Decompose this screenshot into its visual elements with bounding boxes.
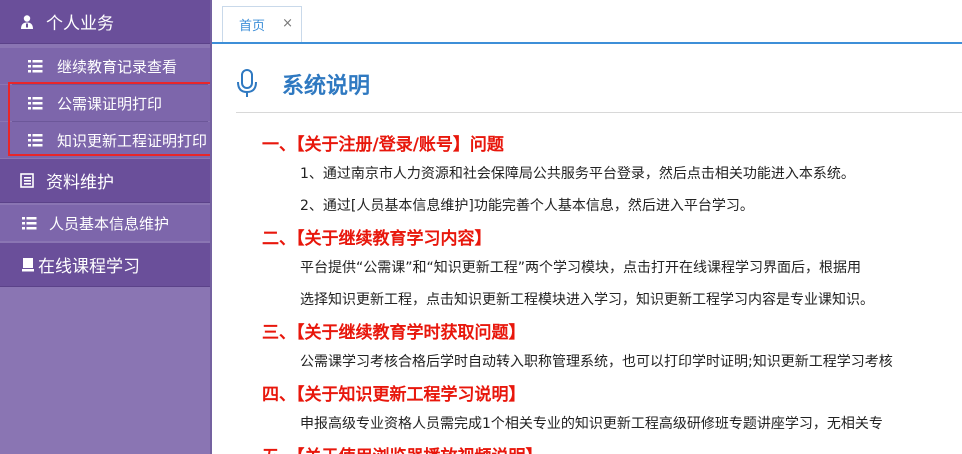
sidebar-item-personal-info[interactable]: 人员基本信息维护 (0, 205, 210, 241)
paragraph: 2、通过[人员基本信息维护]功能完善个人基本信息，然后进入平台学习。 (300, 198, 754, 214)
list-icon (22, 216, 37, 230)
section-heading: 二、【关于继续教育学习内容】 (262, 229, 492, 249)
sidebar-item-label: 人员基本信息维护 (49, 214, 170, 233)
sidebar-group-online-courses[interactable]: 在线课程学习 (0, 243, 210, 287)
page-title: 系统说明 (282, 74, 371, 99)
sidebar-group-data-maintenance[interactable]: 资料维护 (0, 159, 210, 203)
tab-label: 首页 (239, 19, 266, 34)
tab-bar: 首页 × (212, 0, 962, 44)
sidebar-item-knowledge-update-certificate[interactable]: 知识更新工程证明打印 (0, 122, 210, 158)
paragraph: 1、通过南京市人力资源和社会保障局公共服务平台登录，然后点击相关功能进入本系统。 (300, 166, 855, 182)
main-panel: 首页 × 系统说明 一、【关于注册/登录/账号】问题 1、通过南京市人力资源和社… (212, 0, 962, 454)
close-icon[interactable]: × (282, 16, 293, 31)
paragraph: 公需课学习考核合格后学时自动转入职称管理系统，也可以打印学时证明;知识更新工程学… (300, 354, 893, 370)
tab-home[interactable]: 首页 × (222, 6, 302, 42)
sidebar-item-public-course-certificate[interactable]: 公需课证明打印 (0, 85, 210, 121)
list-icon (28, 133, 43, 147)
sidebar-group-personal[interactable]: 个人业务 (0, 0, 210, 44)
sidebar-item-education-records[interactable]: 继续教育记录查看 (0, 48, 210, 84)
sidebar-group-label: 在线课程学习 (38, 257, 140, 277)
monitor-icon (22, 257, 34, 272)
sidebar-group-label: 资料维护 (46, 173, 114, 193)
section-heading: 一、【关于注册/登录/账号】问题 (262, 135, 504, 155)
paragraph: 选择知识更新工程，点击知识更新工程模块进入学习，知识更新工程学习内容是专业课知识… (300, 292, 874, 308)
section-heading: 四、【关于知识更新工程学习说明】 (262, 385, 526, 405)
sidebar-item-label: 继续教育记录查看 (57, 57, 178, 76)
document-icon (20, 173, 34, 188)
sidebar: 个人业务 继续教育记录查看 公需课证明打印 知识更新工程证明打印 资料维护 人员… (0, 0, 220, 454)
sidebar-group-label: 个人业务 (46, 14, 114, 34)
divider (236, 112, 962, 113)
microphone-icon (236, 69, 258, 99)
list-icon (28, 59, 43, 73)
content-area: 系统说明 一、【关于注册/登录/账号】问题 1、通过南京市人力资源和社会保障局公… (212, 44, 962, 454)
title-row: 系统说明 (236, 68, 370, 100)
sidebar-item-label: 知识更新工程证明打印 (57, 131, 208, 150)
user-icon (20, 14, 34, 30)
section-heading: 三、【关于继续教育学时获取问题】 (262, 323, 526, 343)
section-heading: 五、【关于使用浏览器播放视频说明】 (262, 442, 543, 454)
sidebar-item-label: 公需课证明打印 (57, 94, 163, 113)
list-icon (28, 96, 43, 110)
paragraph: 平台提供“公需课”和“知识更新工程”两个学习模块，点击打开在线课程学习界面后，根… (300, 260, 862, 276)
paragraph: 申报高级专业资格人员需完成1个相关专业的知识更新工程高级研修班专题讲座学习，无相… (300, 416, 883, 432)
